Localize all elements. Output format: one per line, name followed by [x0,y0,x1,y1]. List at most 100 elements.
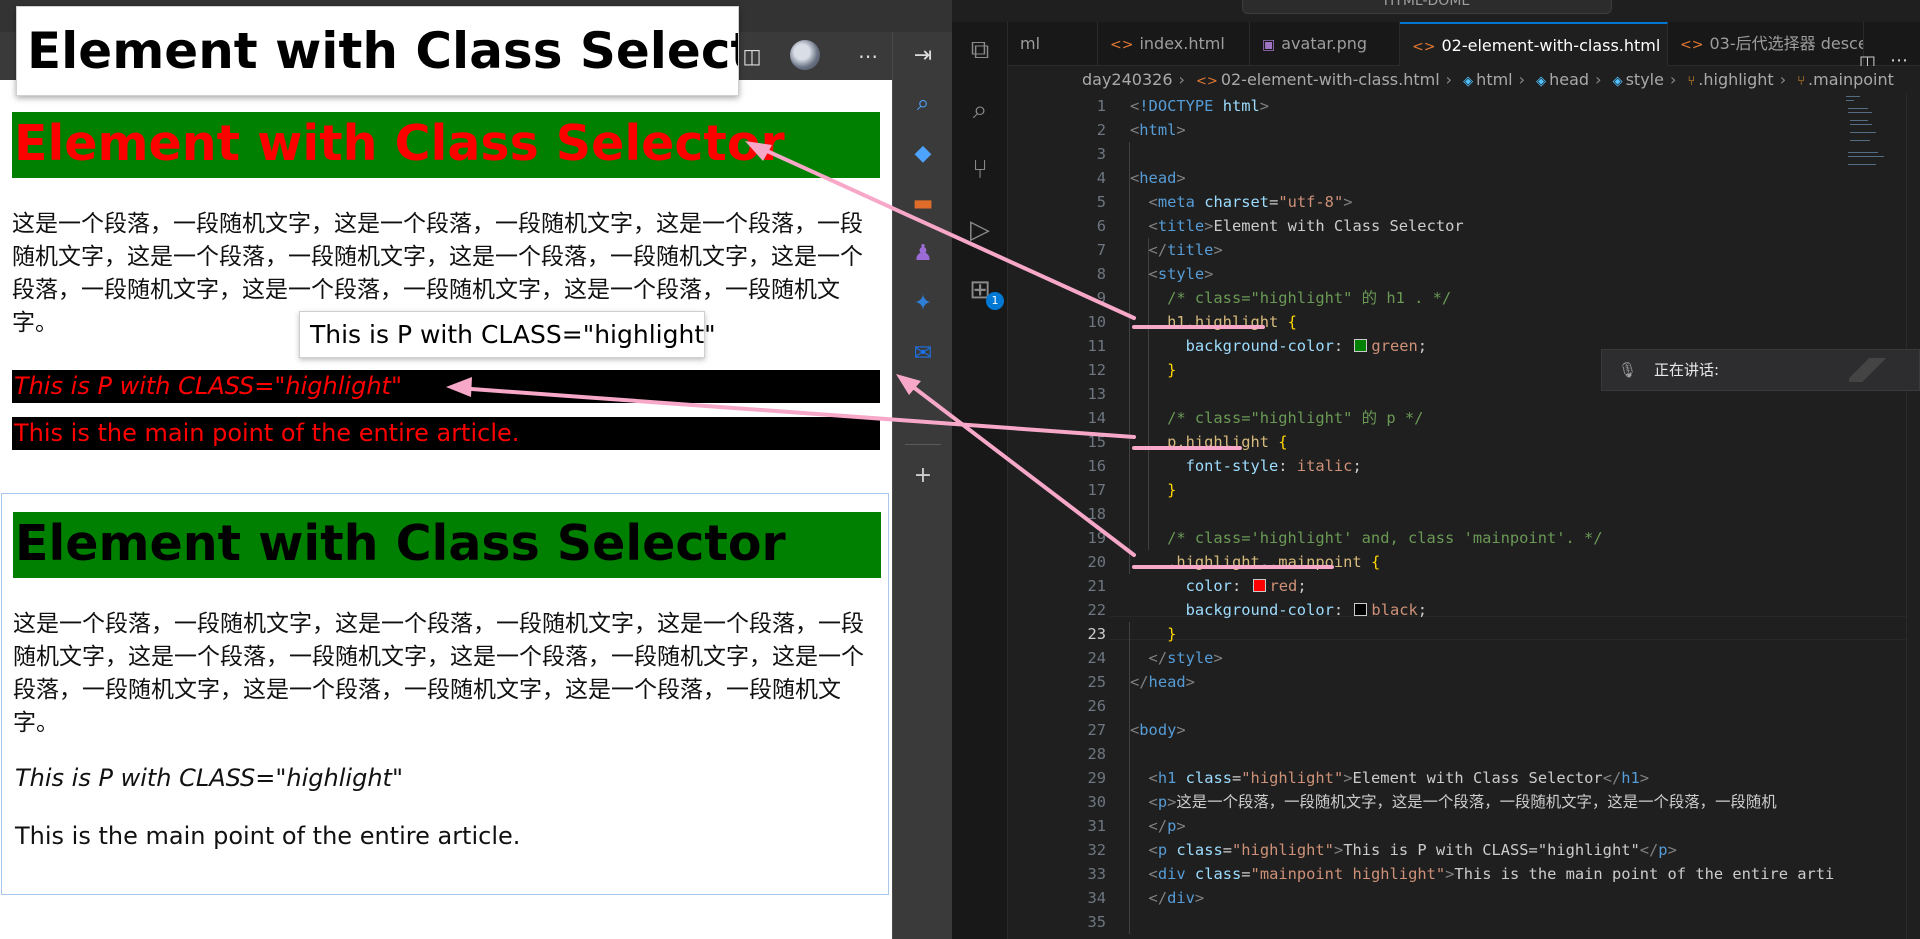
copilot-icon[interactable]: ✦ [907,288,939,320]
breadcrumb-folder[interactable]: day240326 [1082,70,1173,89]
code-line: 17 } [1087,481,1177,499]
highlight-paragraph: This is P with CLASS="highlight" [12,370,880,403]
rendered-page-styled: Element with Class Selector 这是一个段落，一段随机文… [12,112,880,450]
tag-icon[interactable]: ◆ [907,138,939,170]
selected-body-frame: Element with Class Selector 这是一个段落，一段随机文… [1,493,889,895]
more-options-icon[interactable]: ⋯ [852,40,884,72]
code-line: 18 [1087,505,1106,523]
code-line: 15 p.highlight { [1087,433,1288,451]
heading-highlight: Element with Class Selector [13,512,881,578]
tab-02-element-with-class[interactable]: <>02-element-with-class.html✕ [1400,22,1668,66]
code-line: 2 <html> [1096,121,1186,139]
add-icon[interactable]: + [907,460,939,492]
image-file-icon: ▣ [1262,37,1276,53]
breadcrumb-file[interactable]: 02-element-with-class.html [1221,70,1440,89]
run-debug-icon[interactable]: ▷ [962,212,998,248]
code-line: 29 <h1 class="highlight">Element with Cl… [1087,769,1650,787]
command-center-search[interactable]: HTML-DOME [1242,0,1612,14]
html-file-icon: <> [1412,39,1436,55]
speaking-decoration [1849,358,1893,382]
highlight-paragraph: This is P with CLASS="highlight" [15,764,403,792]
code-line: 7 </title> [1096,241,1223,259]
paragraph: 这是一个段落，一段随机文字，这是一个段落，一段随机文字，这是一个段落，一段随机文… [13,611,864,736]
html-file-icon: <> [1110,37,1134,53]
tab-avatar-png[interactable]: ▣ avatar.png [1250,22,1400,66]
code-line: 28 [1087,745,1106,763]
color-swatch[interactable] [1354,603,1368,616]
editor-tab-bar: ml <> index.html ▣ avatar.png <> 02-element… [1008,22,1920,73]
tab-index-html[interactable]: <> index.html [1098,22,1250,66]
microphone-muted-icon: 🎙 [1618,361,1638,379]
extensions-badge: 1 [986,292,1004,310]
page-viewport: Element with Class Selector 这是一个段落，一段随机文… [0,80,892,939]
activity-bar: ⧉ ⌕ ⑂ ▷ ⊞ 1 [952,22,1008,939]
code-line: 35 [1087,913,1106,931]
code-line: 19 /* class='highlight' and, class 'main… [1087,529,1603,547]
browser-window: ◫ ⋯ Element with Class Selector 这是一个段落，一… [0,0,952,939]
games-icon[interactable]: ♟ [907,238,939,270]
code-line: 36</body> [1008,934,1920,939]
code-editor[interactable]: 1 <!DOCTYPE html> 2 <html> 3 4 <head> 5 <me… [1008,94,1920,939]
code-line: 6 <title>Element with Class Selector [1096,217,1464,235]
code-line: 20 .highlight,.mainpoint { [1087,553,1381,571]
tab-label: avatar.png [1281,34,1368,53]
tab-label: 03-后代选择器 descenda [1709,34,1863,53]
code-line: 34 </div> [1087,889,1205,907]
hover-tooltip: This is P with CLASS="highlight" [299,311,716,358]
page-title-tooltip: Element with Class Selector [16,6,739,96]
code-line: 23 } [1087,625,1177,643]
code-line: 32 <p class="highlight">This is P with C… [1087,841,1677,859]
explorer-icon[interactable]: ⧉ [962,32,998,68]
html-file-icon: <> [1680,37,1704,53]
minimap[interactable] [1844,94,1904,174]
code-line: 22 background-color: black; [1087,601,1428,619]
code-line: 3 [1096,145,1106,163]
code-line: 25 </head> [1087,673,1195,691]
tab-ml[interactable]: ml [1008,22,1098,66]
browser-sidebar: ⇥ ⌕ ◆ ▬ ♟ ✦ ✉ + [892,32,952,939]
breadcrumb: day240326 › <> 02-element-with-class.html ›… [1008,66,1920,94]
code-line: 14 /* class="highlight" 的 p */ [1087,409,1424,427]
breadcrumb-highlight[interactable]: .highlight [1698,70,1773,89]
search-icon[interactable]: ⌕ [907,88,939,120]
tab-label: index.html [1139,34,1225,53]
rendered-page-copy: Element with Class Selector 这是一个段落，一段随机文… [13,512,881,853]
outlook-icon[interactable]: ✉ [907,338,939,370]
tab-label: ml [1020,34,1041,53]
heading-highlight: Element with Class Selector [12,112,880,178]
code-line: 5 <meta charset="utf-8"> [1096,193,1353,211]
editor-scrollbar[interactable] [1906,94,1920,939]
code-line: 26 [1087,697,1106,715]
sidebar-divider [905,444,941,445]
search-icon[interactable]: ⌕ [962,92,998,128]
vscode-window: HTML-DOME ⧉ ⌕ ⑂ ▷ ⊞ 1 ml <> index.html ▣ a… [952,0,1920,939]
breadcrumb-html[interactable]: html [1476,70,1512,89]
profile-avatar[interactable] [790,40,820,70]
code-line: 27 <body> [1087,721,1186,739]
tab-03-descendant[interactable]: <> 03-后代选择器 descenda [1668,22,1864,66]
code-line: 31 </p> [1087,817,1186,835]
toolbox-icon[interactable]: ▬ [907,188,939,220]
breadcrumb-mainpoint[interactable]: .mainpoint [1808,70,1894,89]
vscode-titlebar: HTML-DOME [952,0,1920,22]
speaking-indicator: 🎙 正在讲话: [1601,349,1920,391]
code-line: 33 <div class="mainpoint highlight">This… [1087,865,1835,883]
breadcrumb-head[interactable]: head [1549,70,1589,89]
breadcrumb-style[interactable]: style [1626,70,1664,89]
code-line: 9 /* class="highlight" 的 h1 . */ [1096,289,1452,307]
split-screen-icon[interactable]: ◫ [736,40,768,72]
mainpoint-div: This is the main point of the entire art… [15,822,521,850]
color-swatch[interactable] [1252,579,1266,592]
mainpoint-div: This is the main point of the entire art… [12,417,880,450]
color-swatch[interactable] [1354,339,1368,352]
sidebar-toggle-icon[interactable]: ⇥ [907,40,939,72]
code-line: 1 <!DOCTYPE html> [1096,97,1270,115]
code-line: 16 font-style: italic; [1087,457,1362,475]
code-line: 8 <style> [1096,265,1214,283]
speaking-label: 正在讲话: [1654,361,1720,379]
tab-label: 02-element-with-class.html [1441,36,1661,55]
source-control-icon[interactable]: ⑂ [962,152,998,188]
code-line: 30 <p>这是一个段落，一段随机文字，这是一个段落，一段随机文字，这是一个段落… [1087,793,1777,811]
code-line: 21 color: red; [1087,577,1307,595]
code-line: 24 </style> [1087,649,1223,667]
